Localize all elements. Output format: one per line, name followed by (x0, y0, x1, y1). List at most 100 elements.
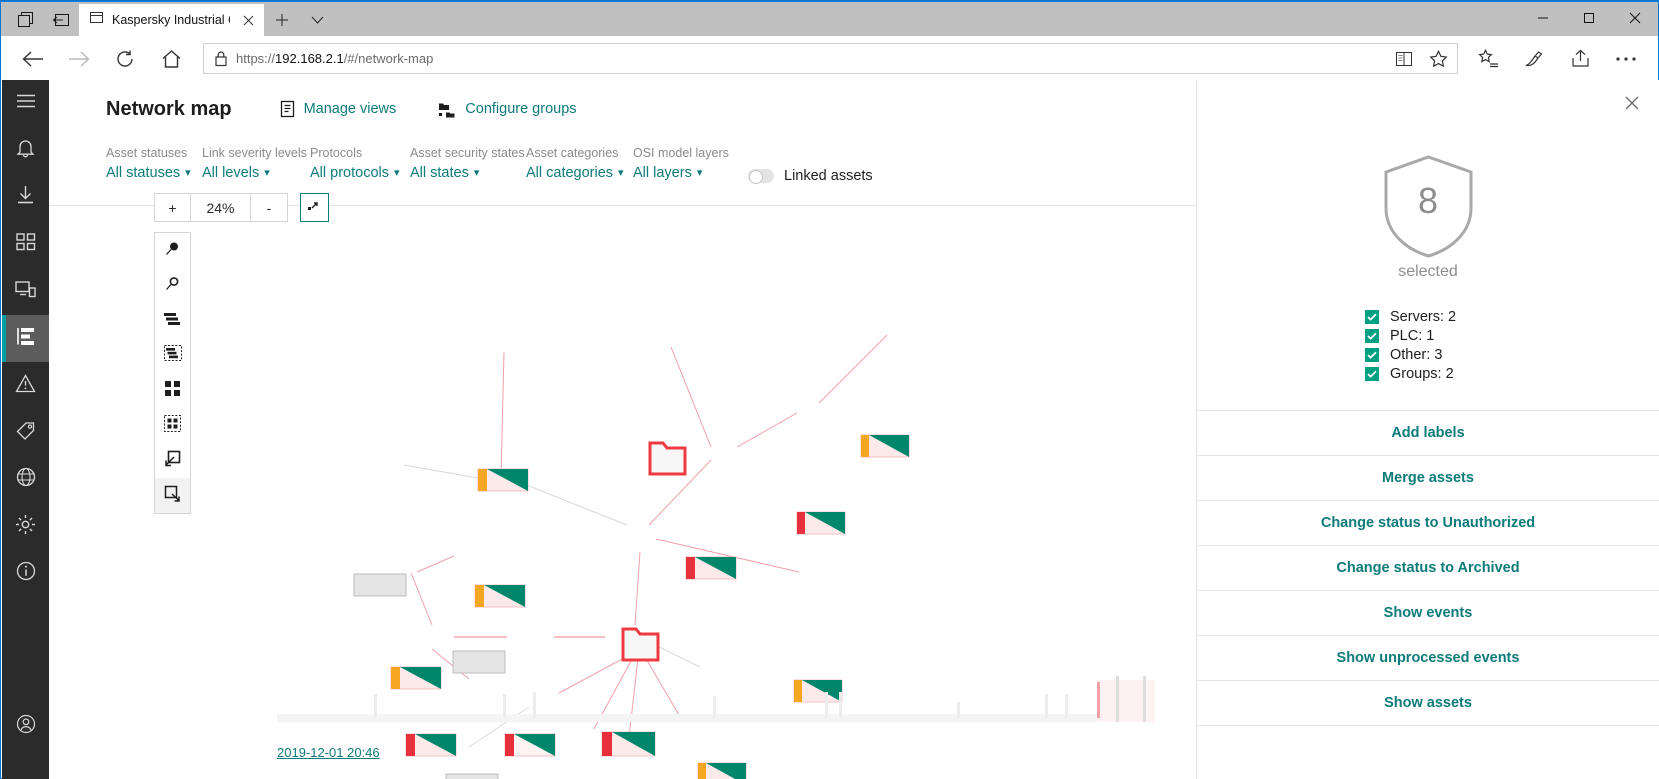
graph-node-asset[interactable] (406, 734, 456, 756)
count-row-plc[interactable]: PLC: 1 (1365, 328, 1434, 344)
tab-preview-icon[interactable] (7, 4, 43, 34)
sidebar-item-menu[interactable] (2, 80, 49, 127)
graph-node-group[interactable] (650, 443, 685, 474)
graph-node-asset[interactable] (602, 732, 655, 756)
star-icon[interactable] (1425, 46, 1451, 72)
new-tab-button[interactable] (264, 4, 300, 36)
filter-link-severity-levels[interactable]: Link severity levels All levels▾ (202, 146, 310, 181)
share-icon[interactable] (1558, 41, 1602, 77)
checkbox-servers[interactable] (1365, 310, 1379, 324)
favorites-hub-icon[interactable] (1466, 41, 1510, 77)
filter-value[interactable]: All categories▾ (526, 165, 633, 181)
sidebar-item-labels[interactable] (2, 409, 49, 456)
graph-node-rect[interactable] (453, 651, 505, 673)
filter-label: Link severity levels (202, 146, 310, 160)
forward-arrow-icon[interactable] (57, 41, 101, 77)
filter-osi-model-layers[interactable]: OSI model layers All layers▾ (633, 146, 728, 181)
action-show-unprocessed-events[interactable]: Show unprocessed events (1197, 636, 1659, 681)
configure-groups-button[interactable]: Configure groups (438, 101, 576, 118)
events-timeline[interactable] (277, 674, 1196, 734)
filter-value[interactable]: All levels▾ (202, 165, 310, 181)
map-tool-zoom-in[interactable] (155, 233, 190, 268)
groups-icon (438, 101, 456, 118)
ellipsis-icon[interactable] (1604, 41, 1648, 77)
maximize-icon[interactable] (1566, 2, 1612, 34)
count-row-groups[interactable]: Groups: 2 (1365, 366, 1454, 382)
zoom-out-button[interactable]: - (251, 194, 287, 221)
info-icon (16, 561, 36, 586)
sidebar-item-dashboard[interactable] (2, 221, 49, 268)
filter-asset-categories[interactable]: Asset categories All categories▾ (526, 146, 633, 181)
filter-asset-security-states[interactable]: Asset security states All states▾ (410, 146, 526, 181)
action-change-status-archived[interactable]: Change status to Archived (1197, 546, 1659, 591)
count-row-servers[interactable]: Servers: 2 (1365, 309, 1456, 325)
pen-icon[interactable] (1512, 41, 1556, 77)
graph-node-rect[interactable] (354, 574, 406, 596)
filter-value[interactable]: All layers▾ (633, 165, 728, 181)
graph-node-group[interactable] (623, 629, 658, 660)
checkbox-plc[interactable] (1365, 329, 1379, 343)
manage-views-button[interactable]: Manage views (280, 100, 397, 118)
sidebar-item-downloads[interactable] (2, 174, 49, 221)
map-tool-expand[interactable] (155, 443, 190, 478)
count-row-other[interactable]: Other: 3 (1365, 347, 1442, 363)
map-tool-collapse[interactable] (155, 478, 190, 513)
timeline-selection[interactable] (1097, 676, 1155, 722)
toggle-switch[interactable] (748, 169, 774, 183)
linked-assets-toggle[interactable]: Linked assets (748, 168, 873, 184)
count-label: Other: 3 (1390, 347, 1442, 363)
graph-node-asset[interactable] (686, 557, 736, 579)
map-tool-grid-layout[interactable] (155, 373, 190, 408)
filter-value[interactable]: All statuses▾ (106, 165, 202, 181)
map-tools-strip (154, 232, 191, 514)
action-show-assets[interactable]: Show assets (1197, 681, 1659, 726)
action-merge-assets[interactable]: Merge assets (1197, 456, 1659, 501)
checkbox-other[interactable] (1365, 348, 1379, 362)
tab-list-chevron-down-icon[interactable] (300, 4, 334, 36)
reading-view-icon[interactable] (1391, 46, 1417, 72)
sidebar-item-network[interactable] (2, 456, 49, 503)
filter-value[interactable]: All protocols▾ (310, 165, 410, 181)
graph-node-asset[interactable] (475, 585, 525, 607)
address-bar[interactable]: https://192.168.2.1/#/network-map (203, 43, 1458, 74)
checkbox-groups[interactable] (1365, 367, 1379, 381)
sidebar-item-risks[interactable] (2, 362, 49, 409)
graph-node-rect[interactable] (446, 774, 498, 779)
zoom-level-value[interactable]: 24% (191, 194, 251, 221)
set-aside-tabs-icon[interactable] (43, 4, 79, 34)
sidebar-item-account[interactable] (2, 703, 49, 750)
map-tool-select-area[interactable] (155, 408, 190, 443)
action-add-labels[interactable]: Add labels (1197, 411, 1659, 456)
action-change-status-unauthorized[interactable]: Change status to Unauthorized (1197, 501, 1659, 546)
sidebar-item-network-map[interactable] (2, 315, 49, 362)
sidebar-item-devices[interactable] (2, 268, 49, 315)
refresh-icon[interactable] (103, 41, 147, 77)
back-arrow-icon[interactable] (11, 41, 55, 77)
filter-value[interactable]: All states▾ (410, 165, 526, 181)
browser-tab[interactable]: Kaspersky Industrial Cyb (79, 4, 264, 36)
sidebar-item-settings[interactable] (2, 503, 49, 550)
zoom-in-button[interactable]: + (155, 194, 191, 221)
filter-protocols[interactable]: Protocols All protocols▾ (310, 146, 410, 181)
panel-close-icon[interactable] (1619, 90, 1645, 116)
graph-node-asset[interactable] (505, 734, 555, 756)
close-icon[interactable] (1612, 2, 1658, 34)
map-tool-layout-select[interactable] (155, 338, 190, 373)
map-tool-zoom-out[interactable] (155, 268, 190, 303)
tab-close-icon[interactable] (238, 10, 258, 30)
graph-node-asset[interactable] (861, 435, 909, 457)
graph-node-asset[interactable] (698, 763, 746, 779)
filter-asset-statuses[interactable]: Asset statuses All statuses▾ (106, 146, 202, 181)
home-icon[interactable] (149, 41, 193, 77)
sidebar-item-notifications[interactable] (2, 127, 49, 174)
minimize-icon[interactable] (1520, 2, 1566, 34)
action-show-events[interactable]: Show events (1197, 591, 1659, 636)
timeline-timestamp[interactable]: 2019-12-01 20:46 (277, 745, 380, 760)
graph-node-asset[interactable] (478, 469, 528, 491)
sidebar-item-about[interactable] (2, 550, 49, 597)
map-tool-layout-rows[interactable] (155, 303, 190, 338)
fit-to-screen-button[interactable] (300, 193, 329, 222)
graph-node-asset[interactable] (797, 512, 845, 534)
timeline-svg[interactable] (277, 674, 1157, 734)
chevron-down-icon: ▾ (264, 168, 270, 179)
